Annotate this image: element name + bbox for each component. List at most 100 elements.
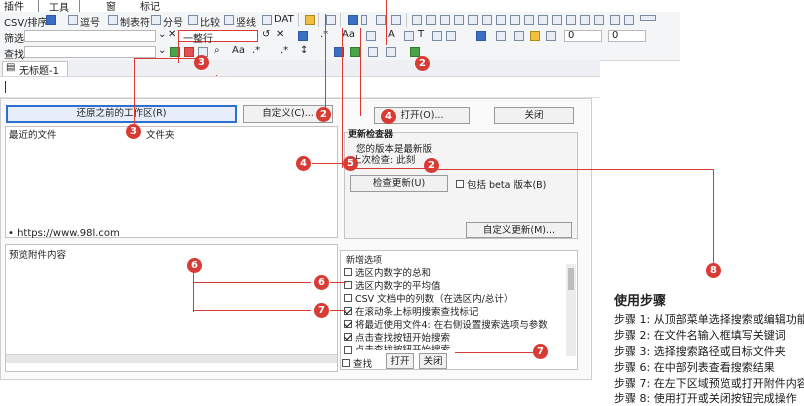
scroll-thumb[interactable] xyxy=(568,268,574,290)
case-icon[interactable]: Aa xyxy=(342,29,355,40)
restore-workspace-button[interactable]: 还原之前的工作区(R) xyxy=(6,105,237,123)
toolbar-tab[interactable]: 制表符 xyxy=(120,14,150,29)
option-checkbox-3[interactable] xyxy=(344,294,352,302)
dat-icon[interactable] xyxy=(262,15,272,25)
tab-strip: ▤ 无标题-1 xyxy=(0,60,600,77)
clear-icon[interactable]: ✕ xyxy=(168,29,176,40)
regex-icon[interactable]: .* xyxy=(280,45,288,56)
comma-icon[interactable] xyxy=(68,15,78,25)
word-icon[interactable] xyxy=(366,31,376,41)
callout-line xyxy=(342,28,343,168)
grid-icon[interactable] xyxy=(610,15,620,25)
chevron-down-icon[interactable]: ⌄ xyxy=(158,45,166,56)
table-icon[interactable] xyxy=(624,15,634,25)
sort-alpha-icon[interactable] xyxy=(454,15,464,25)
reverse-icon[interactable] xyxy=(496,15,506,25)
magnifier-icon[interactable]: ⌕ xyxy=(214,45,220,56)
case-upper-icon[interactable]: A xyxy=(388,29,395,40)
undo-icon[interactable]: ↺ xyxy=(262,29,270,40)
sort-asc-icon[interactable] xyxy=(412,15,422,25)
editor-area[interactable] xyxy=(0,77,600,98)
scope-dropdown[interactable]: 一整行 xyxy=(178,30,258,45)
preview-panel[interactable] xyxy=(5,244,338,372)
more-icon[interactable] xyxy=(640,15,656,21)
recent-files-panel[interactable] xyxy=(5,126,338,238)
callout-badge-4: 4 xyxy=(296,156,311,171)
paste-icon[interactable] xyxy=(594,15,604,25)
search-icon[interactable] xyxy=(298,31,308,41)
columns-icon[interactable] xyxy=(348,15,358,25)
filter-input[interactable] xyxy=(24,30,156,42)
option-checkbox-7[interactable] xyxy=(344,346,352,354)
callout-line xyxy=(193,282,311,283)
cross-tools-icon[interactable] xyxy=(326,15,336,25)
callout-badge-6: 6 xyxy=(314,275,329,290)
diamond-icon[interactable] xyxy=(305,15,315,25)
toolbar-compare[interactable]: 比较 xyxy=(200,14,220,29)
sort-random-icon[interactable] xyxy=(482,15,492,25)
replace-icon[interactable] xyxy=(404,31,414,41)
bottom-open-button[interactable]: 打开 xyxy=(386,353,414,369)
tab-char-icon[interactable] xyxy=(108,15,118,25)
flag-icon[interactable] xyxy=(410,47,420,57)
pad-icon[interactable] xyxy=(538,15,548,25)
lock-icon[interactable] xyxy=(514,31,524,41)
wrap-icon[interactable] xyxy=(432,31,442,41)
indent-icon[interactable] xyxy=(391,15,401,25)
option-checkbox-6[interactable] xyxy=(344,333,352,341)
option-checkbox-1[interactable] xyxy=(344,268,352,276)
toolbar-dat[interactable]: DAT xyxy=(274,14,294,25)
check-update-button[interactable]: 检查更新(U) xyxy=(350,175,448,192)
dedupe-icon[interactable] xyxy=(510,15,520,25)
option-checkbox-5[interactable] xyxy=(344,320,352,328)
align-icon[interactable] xyxy=(376,15,386,25)
spin-a[interactable]: 0 xyxy=(564,30,602,42)
spin-b[interactable]: 0 xyxy=(608,30,646,42)
callout-line xyxy=(312,163,342,164)
beta-checkbox[interactable] xyxy=(456,180,464,188)
tab-untitled[interactable]: ▤ 无标题-1 xyxy=(2,61,68,77)
chevron-down-icon[interactable] xyxy=(361,15,367,25)
swap-icon[interactable]: ↕ xyxy=(300,45,308,56)
find-checkbox[interactable] xyxy=(342,359,350,367)
bottom-close-button[interactable]: 关闭 xyxy=(419,353,447,369)
highlight-icon[interactable] xyxy=(530,31,540,41)
compare-icon[interactable] xyxy=(188,15,198,25)
mark-icon[interactable] xyxy=(446,31,456,41)
chevron-down-icon[interactable]: ⌄ xyxy=(158,29,166,40)
find-input[interactable] xyxy=(24,46,156,58)
bookmark-icon[interactable] xyxy=(496,31,506,41)
callout-badge-6: 6 xyxy=(187,258,202,273)
semicolon-icon[interactable] xyxy=(151,15,161,25)
replace-all-icon[interactable]: T xyxy=(418,29,424,40)
close-icon[interactable]: ✕ xyxy=(276,29,284,40)
pipe-icon[interactable] xyxy=(224,15,234,25)
split-icon[interactable] xyxy=(566,15,576,25)
option-checkbox-4[interactable] xyxy=(344,307,352,315)
website-link[interactable]: • https://www.98l.com xyxy=(8,228,120,239)
toolbar-pipe[interactable]: 竖线 xyxy=(236,14,256,29)
tab-label: 无标题-1 xyxy=(19,66,59,77)
callout-badge-2: 2 xyxy=(415,56,430,71)
preview-hscrollbar[interactable] xyxy=(6,354,337,363)
erase-icon[interactable] xyxy=(546,31,556,41)
regex-icon[interactable]: .* xyxy=(252,45,260,56)
find-prev-icon[interactable] xyxy=(184,47,194,57)
toolbar-semicolon[interactable]: 分号 xyxy=(163,14,183,29)
grid-icon[interactable] xyxy=(386,47,396,57)
sort-num-icon[interactable] xyxy=(440,15,450,25)
close-button[interactable]: 关闭 xyxy=(494,107,574,124)
csv-grid-icon[interactable] xyxy=(46,15,56,25)
custom-update-button[interactable]: 自定义更新(M)... xyxy=(466,222,572,238)
join-icon[interactable] xyxy=(552,15,562,25)
target-icon[interactable] xyxy=(350,47,360,57)
options-vscrollbar[interactable] xyxy=(566,264,576,356)
list-icon[interactable] xyxy=(368,47,378,57)
sort-desc-icon[interactable] xyxy=(426,15,436,25)
sort-length-icon[interactable] xyxy=(468,15,478,25)
case-icon[interactable]: Aa xyxy=(232,45,245,56)
trim-icon[interactable] xyxy=(524,15,534,25)
copy-icon[interactable] xyxy=(580,15,590,25)
nav-down-icon[interactable] xyxy=(476,31,486,41)
toolbar-comma[interactable]: 逗号 xyxy=(80,14,100,29)
